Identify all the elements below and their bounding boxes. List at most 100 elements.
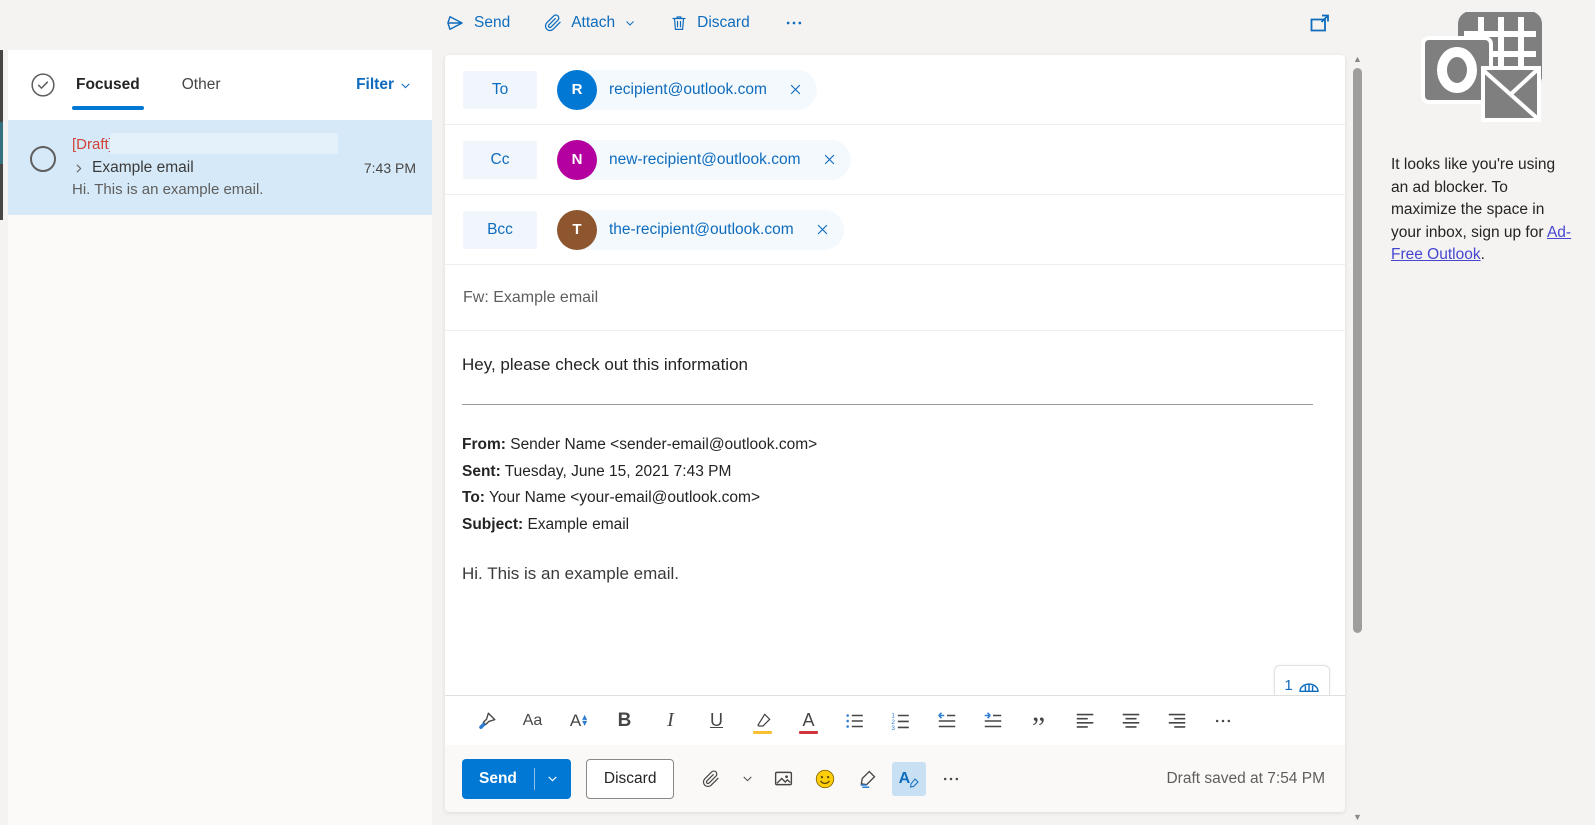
align-left-icon (1074, 710, 1096, 732)
subject-text: Fw: Example email (463, 289, 598, 307)
tab-other[interactable]: Other (182, 52, 221, 118)
select-message-radio[interactable] (30, 146, 56, 172)
align-left-button[interactable] (1068, 704, 1101, 738)
message-list-panel: Focused Other Filter [Draft] Example ema… (8, 50, 432, 825)
send-split-button: Send (462, 759, 571, 799)
scroll-down-arrow[interactable]: ▼ (1351, 810, 1364, 823)
editor-suggestion-badge[interactable]: 1 (1274, 665, 1330, 695)
align-center-button[interactable] (1114, 704, 1147, 738)
send-icon (445, 13, 465, 33)
attach-file-button[interactable] (694, 762, 728, 796)
outlook-logo-icon (1421, 12, 1543, 124)
increase-indent-button[interactable] (976, 704, 1009, 738)
tab-focused-label: Focused (76, 76, 140, 93)
remove-recipient-icon[interactable] (781, 75, 811, 105)
tab-focused[interactable]: Focused (76, 52, 140, 118)
send-options-chevron[interactable] (535, 759, 571, 799)
send-button-top[interactable]: Send (445, 13, 510, 33)
font-color-bar (799, 731, 818, 734)
to-button[interactable]: To (463, 71, 537, 109)
bold-button[interactable]: B (608, 704, 641, 738)
popout-icon (1308, 11, 1332, 35)
indent-icon (982, 710, 1004, 732)
expand-conversation-icon[interactable] (72, 162, 85, 175)
open-in-new-window-button[interactable] (1308, 11, 1332, 35)
font-size-button[interactable]: A ▴▾ (562, 704, 595, 738)
more-actions-button[interactable] (934, 762, 968, 796)
format-painter-button[interactable] (470, 704, 503, 738)
send-label: Send (474, 14, 510, 32)
more-options-button-top[interactable] (784, 13, 804, 33)
chevron-down-icon (399, 79, 412, 92)
show-formatting-options-toggle[interactable]: A (892, 762, 926, 796)
insert-picture-button[interactable] (766, 762, 800, 796)
tab-other-label: Other (182, 76, 221, 93)
filter-dropdown[interactable]: Filter (356, 76, 412, 94)
mail-list-item-draft[interactable]: [Draft] Example email 7:43 PM Hi. This i… (8, 120, 432, 215)
compose-panel: To R recipient@outlook.com Cc N new-reci… (445, 55, 1345, 812)
recipient-pill-cc[interactable]: N new-recipient@outlook.com (557, 140, 851, 180)
recipient-email: new-recipient@outlook.com (609, 151, 801, 169)
chevron-down-icon (741, 772, 754, 785)
draft-saved-status: Draft saved at 7:54 PM (1166, 770, 1325, 788)
draw-ink-button[interactable] (850, 762, 884, 796)
filter-label: Filter (356, 76, 394, 94)
bcc-button[interactable]: Bcc (463, 211, 537, 249)
attach-label: Attach (571, 14, 615, 32)
avatar: R (557, 70, 597, 110)
ad-blocker-message: It looks like you're using an ad blocker… (1391, 154, 1573, 267)
highlight-button[interactable] (746, 704, 779, 738)
selected-item-edge-accent (0, 122, 3, 164)
align-right-icon (1166, 710, 1188, 732)
vertical-scrollbar[interactable]: ▲ ▼ (1351, 50, 1364, 825)
bulleted-list-button[interactable] (838, 704, 871, 738)
italic-button[interactable]: I (654, 704, 687, 738)
send-button[interactable]: Send (462, 759, 534, 799)
subject-field[interactable]: Fw: Example email (445, 265, 1345, 331)
bcc-field-row: Bcc T the-recipient@outlook.com (445, 195, 1345, 265)
scrollbar-thumb[interactable] (1353, 68, 1362, 633)
to-field-row: To R recipient@outlook.com (445, 55, 1345, 125)
decrease-indent-button[interactable] (930, 704, 963, 738)
insert-emoji-button[interactable] (808, 762, 842, 796)
more-formatting-button[interactable] (1206, 704, 1239, 738)
message-list-header: Focused Other Filter (8, 50, 432, 120)
font-button[interactable]: Aa (516, 704, 549, 738)
outdent-icon (936, 710, 958, 732)
tab-active-underline (72, 106, 144, 110)
highlight-color-bar (753, 731, 772, 734)
quote-button[interactable]: ” (1022, 704, 1055, 738)
recipient-email: recipient@outlook.com (609, 81, 767, 99)
paperclip-icon (544, 14, 562, 32)
numbered-list-button[interactable]: 123 (884, 704, 917, 738)
quoted-header-to: To: Your Name <your-email@outlook.com> (462, 485, 1313, 512)
cc-button[interactable]: Cc (463, 141, 537, 179)
message-body-editor[interactable]: Hey, please check out this information F… (445, 331, 1345, 695)
chevron-down-icon (546, 772, 559, 785)
badge-count: 1 (1284, 677, 1292, 694)
cc-field-row: Cc N new-recipient@outlook.com (445, 125, 1345, 195)
remove-recipient-icon[interactable] (815, 145, 845, 175)
attach-button[interactable]: Attach (544, 14, 636, 32)
ellipsis-icon (1213, 711, 1233, 731)
align-right-button[interactable] (1160, 704, 1193, 738)
ink-pen-icon (857, 768, 878, 789)
ad-blocker-panel: It looks like you're using an ad blocker… (1391, 12, 1573, 267)
compose-action-bar: Send Discard A (445, 745, 1345, 812)
discard-button[interactable]: Discard (586, 759, 675, 799)
compose-toolbar: Send Attach Discard (445, 0, 804, 46)
font-color-button[interactable]: A (792, 704, 825, 738)
remove-recipient-icon[interactable] (808, 215, 838, 245)
recipient-pill-to[interactable]: R recipient@outlook.com (557, 70, 817, 110)
select-all-icon[interactable] (30, 72, 56, 98)
format-painter-icon (476, 710, 498, 732)
insert-icons-group: A (694, 762, 968, 796)
mail-item-subject: Example email (92, 159, 356, 177)
emoji-icon (814, 768, 836, 790)
discard-button-top[interactable]: Discard (670, 14, 750, 32)
scroll-up-arrow[interactable]: ▲ (1351, 52, 1364, 65)
attach-options-chevron[interactable] (736, 762, 758, 796)
trash-icon (670, 14, 688, 32)
underline-button[interactable]: U (700, 704, 733, 738)
recipient-pill-bcc[interactable]: T the-recipient@outlook.com (557, 210, 844, 250)
